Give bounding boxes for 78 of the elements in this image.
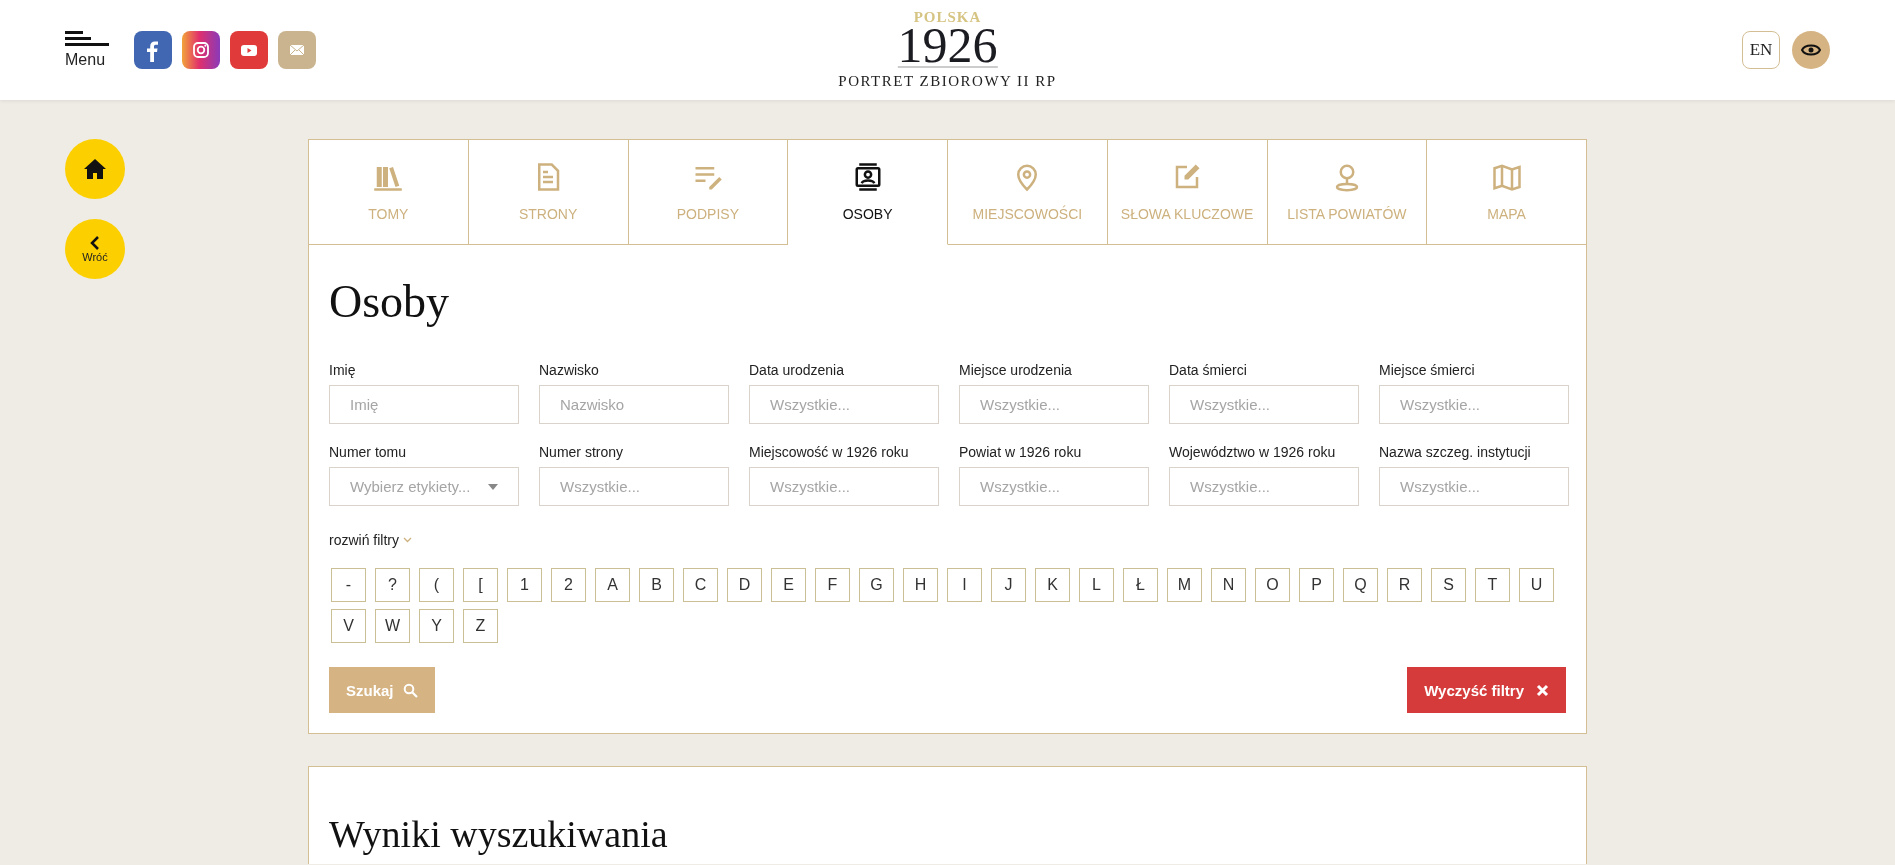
expand-filters-link[interactable]: rozwiń filtry [329,532,412,548]
contact-card-icon [852,162,883,192]
caret-down-icon [488,483,498,490]
letter-filter-button[interactable]: P [1299,568,1334,602]
letter-filter-button[interactable]: S [1431,568,1466,602]
letter-filter-button[interactable]: [ [463,568,498,602]
field-label: Powiat w 1926 roku [959,444,1083,460]
letter-filter-button[interactable]: A [595,568,630,602]
letter-filter-button[interactable]: C [683,568,718,602]
letter-filter-button[interactable]: Q [1343,568,1378,602]
field-label: Miejsce śmierci [1379,362,1476,378]
input-field[interactable]: Wszystkie... [1169,385,1359,424]
eye-icon [1801,43,1821,57]
letter-filter-button[interactable]: ( [419,568,454,602]
letter-filter-button[interactable]: Y [419,609,454,643]
chevron-down-icon [403,537,412,543]
letter-filter-button[interactable]: B [639,568,674,602]
youtube-link[interactable] [230,31,268,69]
field-label: Numer tomu [329,444,408,460]
input-field[interactable]: Wszystkie... [749,467,939,506]
letter-filter-button[interactable]: K [1035,568,1070,602]
letter-filter-button[interactable]: H [903,568,938,602]
accessibility-button[interactable] [1792,31,1830,69]
input-field[interactable]: Imię [329,385,519,424]
letter-filter-button[interactable]: 1 [507,568,542,602]
letter-filter-button[interactable]: L [1079,568,1114,602]
field-label: Data śmierci [1169,362,1248,378]
close-icon [1536,683,1549,697]
letter-filter-button[interactable]: M [1167,568,1202,602]
home-icon [83,158,107,180]
back-button[interactable]: Wróć [65,219,125,279]
letter-filter-button[interactable]: O [1255,568,1290,602]
field-label: Miejsce urodzenia [959,362,1073,378]
clear-filters-button[interactable]: Wyczyść filtry [1407,667,1566,713]
input-field[interactable]: Wszystkie... [1169,467,1359,506]
letter-filter-button[interactable]: - [331,568,366,602]
facebook-link[interactable] [134,31,172,69]
letter-filter-button[interactable]: U [1519,568,1554,602]
field-label: Nazwa szczeg. instytucji [1379,444,1532,460]
input-field[interactable]: Wszystkie... [959,467,1149,506]
field-label: Nazwisko [539,362,600,378]
letter-filter-button[interactable]: T [1475,568,1510,602]
letter-filter-button[interactable]: F [815,568,850,602]
results-title: Wyniki wyszukiwania [329,812,669,856]
letter-filter-button[interactable]: 2 [551,568,586,602]
letter-filter-button[interactable]: G [859,568,894,602]
field-label: Data urodzenia [749,362,845,378]
input-field[interactable]: Nazwisko [539,385,729,424]
field-label: Numer strony [539,444,625,460]
language-button[interactable]: EN [1742,31,1780,69]
instagram-link[interactable] [182,31,220,69]
menu-icon [65,31,109,47]
letter-filter-button[interactable]: E [771,568,806,602]
menu-button[interactable]: Menu [65,31,109,69]
letter-filter-button[interactable]: Z [463,609,498,643]
input-field[interactable]: Wszystkie... [539,467,729,506]
letter-filter-button[interactable]: R [1387,568,1422,602]
letter-filter-button[interactable]: D [727,568,762,602]
input-field[interactable]: Wszystkie... [1379,467,1569,506]
letter-filter-button[interactable]: W [375,609,410,643]
field-label: Imię [329,362,357,378]
input-field[interactable]: Wszystkie... [1379,385,1569,424]
search-icon [402,682,418,698]
chevron-left-icon [90,235,100,251]
input-field[interactable]: Wszystkie... [959,385,1149,424]
letter-filter-button[interactable]: N [1211,568,1246,602]
map-icon [1491,162,1522,192]
letter-filter-button[interactable]: ? [375,568,410,602]
letter-filter-button[interactable]: J [991,568,1026,602]
site-logo[interactable]: POLSKA 1926 PORTRET ZBIOROWY II RP [838,10,1057,90]
field-label: Miejscowość w 1926 roku [749,444,910,460]
letter-filter-button[interactable]: Ł [1123,568,1158,602]
page-title: Osoby [329,275,451,328]
field-label: Województwo w 1926 roku [1169,444,1337,460]
letter-filter-button[interactable]: I [947,568,982,602]
home-button[interactable] [65,139,125,199]
letter-filter-button[interactable]: V [331,609,366,643]
input-field[interactable]: Wszystkie... [749,385,939,424]
